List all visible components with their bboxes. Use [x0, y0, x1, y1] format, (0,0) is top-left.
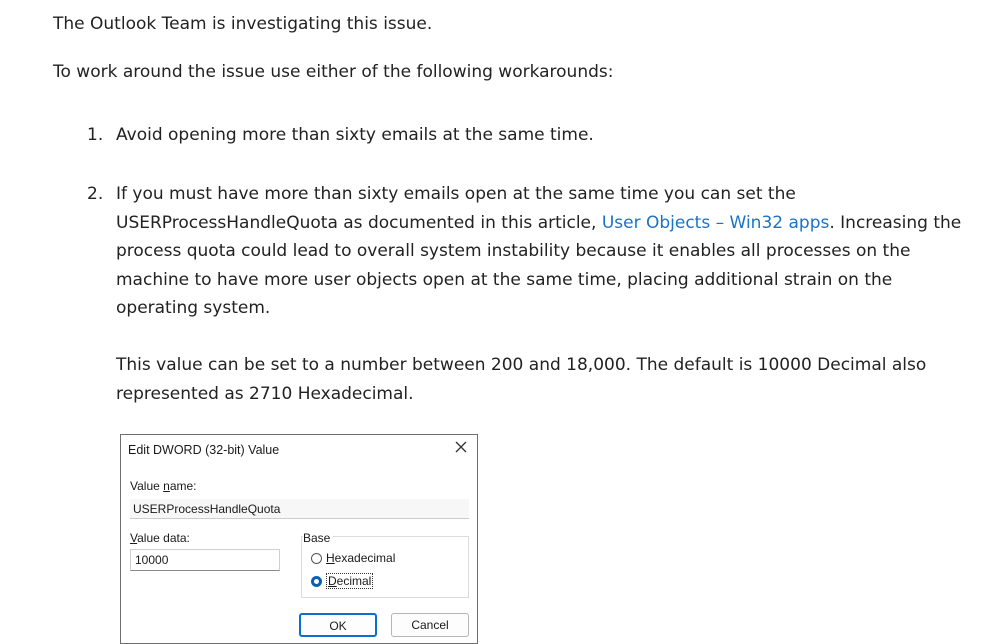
value-data-label: Value data: — [130, 531, 190, 545]
hexadecimal-radio-label: Hexadecimal — [326, 551, 396, 565]
decimal-radio-label: Decimal — [326, 573, 374, 589]
value-data-input[interactable] — [130, 549, 280, 571]
close-icon[interactable] — [453, 439, 469, 455]
cancel-button[interactable]: Cancel — [391, 613, 469, 637]
hexadecimal-radio[interactable] — [311, 552, 322, 564]
hexadecimal-radio-option[interactable]: Hexadecimal — [311, 551, 395, 565]
decimal-radio[interactable] — [311, 575, 322, 587]
intro-paragraph: The Outlook Team is investigating this i… — [53, 14, 433, 34]
base-group-label: Base — [303, 531, 334, 545]
list-item-text: Avoid opening more than sixty emails at … — [116, 125, 594, 145]
value-name-label: Value name: — [130, 479, 197, 493]
quota-range-paragraph: This value can be set to a number betwee… — [116, 355, 927, 404]
decimal-radio-option[interactable]: Decimal — [311, 573, 374, 589]
edit-dword-dialog: Edit DWORD (32-bit) Value Value name: US… — [120, 434, 478, 644]
list-item-number: 1. — [87, 125, 104, 145]
dialog-title: Edit DWORD (32-bit) Value — [128, 443, 280, 457]
list-item-number: 2. — [87, 184, 104, 204]
list-item-text: If you must have more than sixty emails … — [116, 180, 967, 323]
workaround-intro-paragraph: To work around the issue use either of t… — [53, 62, 614, 82]
ok-button[interactable]: OK — [299, 613, 377, 637]
value-name-field: USERProcessHandleQuota — [130, 499, 469, 519]
user-objects-link[interactable]: User Objects – Win32 apps — [602, 213, 830, 233]
